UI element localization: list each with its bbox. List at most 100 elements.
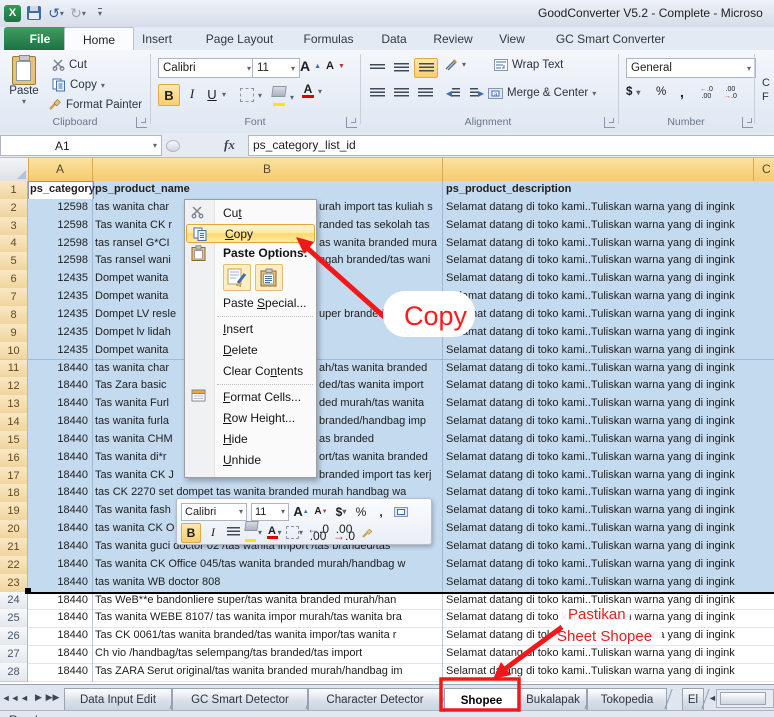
select-all-corner[interactable] bbox=[0, 158, 29, 181]
cell-a18[interactable]: 18440 bbox=[30, 486, 88, 498]
redo-button[interactable]: ↻ ▾ bbox=[69, 4, 87, 22]
mini-fill-color-button[interactable]: ▾ bbox=[244, 520, 262, 542]
table-row[interactable]: 4 12598 tas ransel G*CI as wanita branded m… bbox=[0, 234, 774, 254]
underline-dropdown[interactable]: ▾ bbox=[222, 90, 226, 99]
cell-c27[interactable]: Selamat datang di toko kami..Tuliskan wa… bbox=[446, 647, 774, 659]
table-row[interactable]: 26 18440 Tas CK 0061/tas wanita branded/ta… bbox=[0, 627, 774, 647]
mini-borders-button[interactable]: ▾ bbox=[286, 524, 303, 542]
row-header-17[interactable]: 17 bbox=[0, 466, 28, 486]
table-row[interactable]: 28 18440 Tas ZARA Serut original/tas wanit… bbox=[0, 662, 774, 682]
menu-item-paste-special[interactable]: Paste Special... bbox=[185, 293, 316, 314]
worksheet-grid[interactable]: 1 ps_category ps_product_name ps_product_de… bbox=[0, 181, 774, 682]
menu-item-cut[interactable]: Cut bbox=[185, 203, 316, 224]
cell-b1[interactable]: ps_product_name bbox=[95, 183, 441, 195]
cell-c5[interactable]: Selamat datang di toko kami..Tuliskan wa… bbox=[446, 254, 774, 266]
decrease-decimal-button[interactable]: .00 →.0 bbox=[724, 86, 737, 100]
row-header-26[interactable]: 26 bbox=[0, 627, 28, 647]
number-dialog-launcher[interactable] bbox=[742, 117, 753, 128]
cell-a22[interactable]: 18440 bbox=[30, 558, 88, 570]
cell-c15[interactable]: Selamat datang di toko kami..Tuliskan wa… bbox=[446, 433, 774, 445]
cell-a19[interactable]: 18440 bbox=[30, 504, 88, 516]
sheet-tab-character-detector[interactable]: Character Detector bbox=[308, 688, 442, 711]
clipboard-dialog-launcher[interactable] bbox=[136, 117, 147, 128]
accounting-format-button[interactable]: $ ▾ bbox=[626, 86, 640, 98]
table-row[interactable]: 23 18440 tas wanita WB doctor 808 Selamat d… bbox=[0, 573, 774, 593]
mini-merge-center-button[interactable] bbox=[393, 503, 409, 521]
cell-c24[interactable]: Selamat datang di toko kami..Tuliskan wa… bbox=[446, 594, 774, 606]
cell-a2[interactable]: 12598 bbox=[30, 201, 88, 213]
mini-comma-button[interactable]: , bbox=[373, 503, 389, 521]
cell-c18[interactable]: Selamat datang di toko kami..Tuliskan wa… bbox=[446, 486, 774, 498]
cell-c9[interactable]: Selamat datang di toko kami..Tuliskan wa… bbox=[446, 326, 774, 338]
cell-c12[interactable]: Selamat datang di toko kami..Tuliskan wa… bbox=[446, 379, 774, 391]
cell-a1[interactable]: ps_category bbox=[30, 183, 100, 195]
mini-increase-decimal-button[interactable]: ←.0.00 bbox=[307, 523, 329, 542]
sheet-tab-bukalapak[interactable]: Bukalapak bbox=[519, 688, 587, 711]
mini-font-size-combo[interactable]: 11 ▾ bbox=[251, 502, 289, 521]
tab-page-layout[interactable]: Page Layout bbox=[182, 27, 297, 50]
cell-a23[interactable]: 18440 bbox=[30, 576, 88, 588]
cell-c20[interactable]: Selamat datang di toko kami..Tuliskan wa… bbox=[446, 522, 774, 534]
cell-c17[interactable]: Selamat datang di toko kami..Tuliskan wa… bbox=[446, 469, 774, 481]
cell-c11[interactable]: Selamat datang di toko kami..Tuliskan wa… bbox=[446, 362, 774, 374]
row-header-27[interactable]: 27 bbox=[0, 645, 28, 664]
bottom-align-button[interactable] bbox=[414, 58, 438, 78]
cell-c2[interactable]: Selamat datang di toko kami..Tuliskan wa… bbox=[446, 201, 774, 213]
cell-a3[interactable]: 12598 bbox=[30, 219, 88, 231]
sheet-tab-data-input-edit[interactable]: Data Input Edit bbox=[64, 688, 172, 711]
cell-c14[interactable]: Selamat datang di toko kami..Tuliskan wa… bbox=[446, 415, 774, 427]
cell-c6[interactable]: Selamat datang di toko kami..Tuliskan wa… bbox=[446, 272, 774, 284]
sheet-tab-gc-smart-detector[interactable]: GC Smart Detector bbox=[172, 688, 308, 711]
mini-format-painter-button[interactable] bbox=[359, 524, 375, 542]
row-header-5[interactable]: 5 bbox=[0, 252, 28, 272]
cell-a28[interactable]: 18440 bbox=[30, 665, 88, 677]
cell-a21[interactable]: 18440 bbox=[30, 540, 88, 552]
cell-c26[interactable]: Selamat datang di toko kami..Tuliskan wa… bbox=[446, 629, 774, 641]
grow-font-button[interactable]: A ▲ bbox=[300, 58, 321, 74]
cell-a15[interactable]: 18440 bbox=[30, 433, 88, 445]
align-left-button[interactable] bbox=[366, 84, 388, 102]
mini-font-color-button[interactable]: A ▾ bbox=[266, 524, 282, 542]
cell-a6[interactable]: 12435 bbox=[30, 272, 88, 284]
table-row[interactable]: 24 18440 Tas WeB**e bandonliere super/tas … bbox=[0, 591, 774, 611]
cell-c22[interactable]: Selamat datang di toko kami..Tuliskan wa… bbox=[446, 558, 774, 570]
table-row[interactable]: 5 12598 Tas ransel wani ngah branded/tas wa… bbox=[0, 252, 774, 272]
menu-item-insert[interactable]: Insert bbox=[185, 319, 316, 340]
sheet-tab-tokopedia[interactable]: Tokopedia bbox=[587, 688, 667, 711]
cell-a13[interactable]: 18440 bbox=[30, 397, 88, 409]
paste-button[interactable]: Paste ▾ bbox=[6, 55, 42, 114]
cell-a8[interactable]: 12435 bbox=[30, 308, 88, 320]
last-sheet-button[interactable]: ▶▶ bbox=[46, 690, 60, 705]
menu-item-hide[interactable]: Hide bbox=[185, 429, 316, 450]
cell-c3[interactable]: Selamat datang di toko kami..Tuliskan wa… bbox=[446, 219, 774, 231]
table-row[interactable]: 16 18440 Tas wanita di*r ort/tas wanita bra… bbox=[0, 448, 774, 468]
table-row[interactable]: 25 18440 Tas wanita WEBE 8107/ tas wanita … bbox=[0, 609, 774, 629]
table-row[interactable]: 1718440Tas wanita CK Jas wanita murahbra… bbox=[0, 466, 774, 486]
mini-font-family-combo[interactable]: Calibri ▾ bbox=[181, 502, 247, 521]
table-row[interactable]: 3 12598 Tas wanita CK r randed tas sekolah … bbox=[0, 216, 774, 236]
menu-item-clear-contents[interactable]: Clear Contents bbox=[185, 361, 316, 382]
row-header-1[interactable]: 1 bbox=[0, 181, 28, 200]
row-header-25[interactable]: 25 bbox=[0, 609, 28, 629]
alignment-dialog-launcher[interactable] bbox=[604, 117, 615, 128]
row-header-7[interactable]: 7 bbox=[0, 288, 28, 307]
row-header-18[interactable]: 18 bbox=[0, 484, 28, 504]
selection-handle[interactable] bbox=[25, 588, 31, 594]
cell-b24[interactable]: Tas WeB**e bandonliere super/tas wanita … bbox=[95, 594, 441, 606]
mini-grow-font-button[interactable]: A ▲ bbox=[293, 503, 309, 521]
table-row[interactable]: 22 18440 Tas wanita CK Office 045/tas wani… bbox=[0, 555, 774, 575]
table-row[interactable]: 12 18440 Tas Zara basic ded/tas wanita impo… bbox=[0, 377, 774, 397]
cell-c4[interactable]: Selamat datang di toko kami..Tuliskan wa… bbox=[446, 237, 774, 249]
percent-style-button[interactable]: % bbox=[656, 86, 666, 98]
underline-button[interactable]: U bbox=[204, 84, 220, 104]
row-header-22[interactable]: 22 bbox=[0, 555, 28, 575]
font-color-button[interactable]: A ▾ bbox=[302, 83, 322, 98]
row-header-8[interactable]: 8 bbox=[0, 305, 28, 325]
paste-values-button[interactable] bbox=[255, 264, 283, 291]
cell-a17[interactable]: 18440 bbox=[30, 469, 88, 481]
menu-item-row-height[interactable]: Row Height... bbox=[185, 408, 316, 429]
cell-c19[interactable]: Selamat datang di toko kami..Tuliskan wa… bbox=[446, 504, 774, 516]
center-button[interactable] bbox=[390, 84, 412, 102]
menu-item-copy[interactable]: Copy bbox=[186, 224, 315, 243]
cell-a27[interactable]: 18440 bbox=[30, 647, 88, 659]
